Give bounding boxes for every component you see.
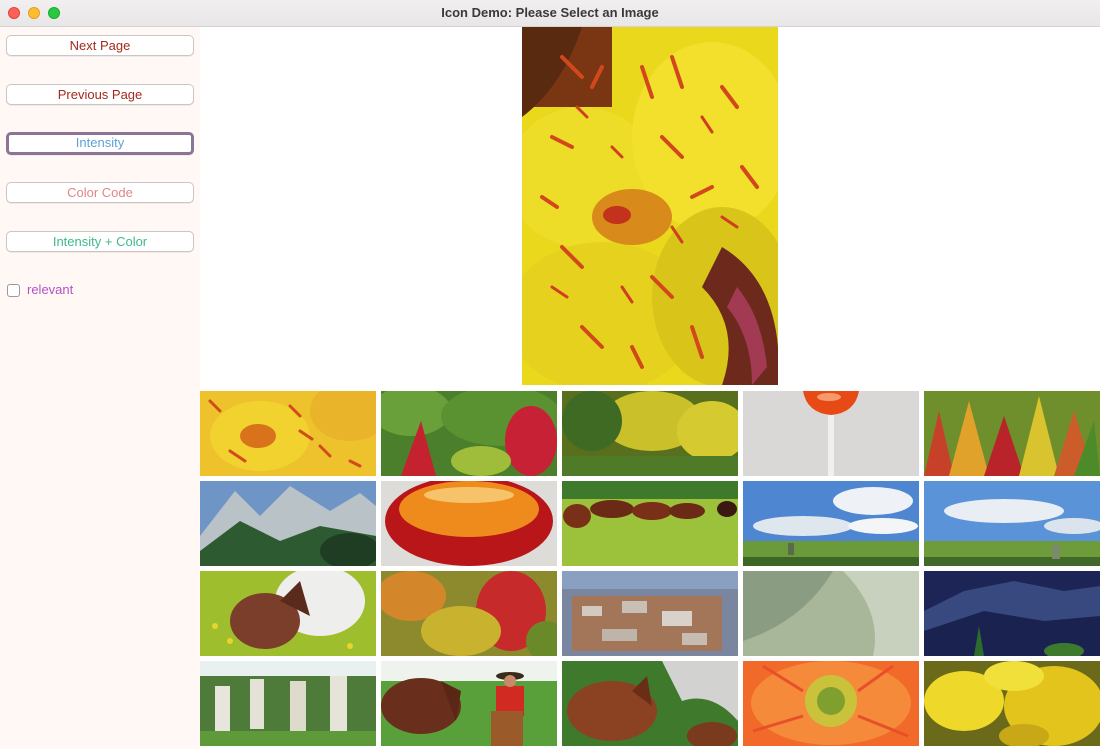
thumbnail-6[interactable]	[200, 481, 376, 566]
thumbnail-10[interactable]	[924, 481, 1100, 566]
prairie-with-clouds-rider-image	[924, 481, 1100, 566]
preview-image	[522, 27, 778, 385]
horse-by-rock-image	[562, 661, 738, 746]
prairie-with-clouds-image	[743, 481, 919, 566]
pale-green-leaf-closeup-image	[743, 571, 919, 656]
yellow-flowers-closeup-image	[924, 661, 1100, 746]
red-green-shrubs-image	[381, 391, 557, 476]
thumbnail-16[interactable]	[200, 661, 376, 746]
sidebar: Next Page Previous Page Intensity Color …	[0, 27, 200, 749]
yellow-flower-closeup-image	[200, 391, 376, 476]
blue-hills-and-pine-image	[924, 571, 1100, 656]
autumn-foliage-branches-image	[381, 571, 557, 656]
city-aerial-view-image	[562, 571, 738, 656]
app-window: Icon Demo: Please Select an Image Next P…	[0, 0, 1100, 749]
thumbnail-19[interactable]	[743, 661, 919, 746]
thumbnail-17[interactable]	[381, 661, 557, 746]
colorful-autumn-trees-image	[924, 391, 1100, 476]
thumbnail-18[interactable]	[562, 661, 738, 746]
glass-of-amber-liquid-image	[381, 481, 557, 566]
thumbnail-11[interactable]	[200, 571, 376, 656]
thumbnail-8[interactable]	[562, 481, 738, 566]
thumbnail-14[interactable]	[743, 571, 919, 656]
preview-yellow-flower-image	[522, 27, 778, 385]
orange-gerbera-daisy-image	[743, 661, 919, 746]
window-title: Icon Demo: Please Select an Image	[441, 5, 659, 20]
horses-running-in-field-image	[562, 481, 738, 566]
glass-of-orange-drink-image	[743, 391, 919, 476]
white-grave-stones-image	[200, 661, 376, 746]
thumbnail-3[interactable]	[562, 391, 738, 476]
intensity-color-button[interactable]: Intensity + Color	[6, 231, 194, 252]
snowy-mountains-and-trees-image	[200, 481, 376, 566]
previous-page-button[interactable]: Previous Page	[6, 84, 194, 105]
thumbnail-20[interactable]	[924, 661, 1100, 746]
thumbnail-5[interactable]	[924, 391, 1100, 476]
brown-foal-and-white-horse-image	[200, 571, 376, 656]
thumbnail-12[interactable]	[381, 571, 557, 656]
thumbnail-1[interactable]	[200, 391, 376, 476]
thumbnail-9[interactable]	[743, 481, 919, 566]
thumbnail-4[interactable]	[743, 391, 919, 476]
title-bar[interactable]: Icon Demo: Please Select an Image	[0, 0, 1100, 27]
thumbnail-7[interactable]	[381, 481, 557, 566]
next-page-button[interactable]: Next Page	[6, 35, 194, 56]
cowboy-with-horse-image	[381, 661, 557, 746]
intensity-button[interactable]: Intensity	[6, 132, 194, 155]
relevant-checkbox-label[interactable]: relevant	[27, 282, 73, 297]
thumbnail-2[interactable]	[381, 391, 557, 476]
autumn-forest-yellow-image	[562, 391, 738, 476]
thumbnail-13[interactable]	[562, 571, 738, 656]
relevant-checkbox[interactable]	[7, 284, 20, 297]
thumbnail-15[interactable]	[924, 571, 1100, 656]
color-code-button[interactable]: Color Code	[6, 182, 194, 203]
